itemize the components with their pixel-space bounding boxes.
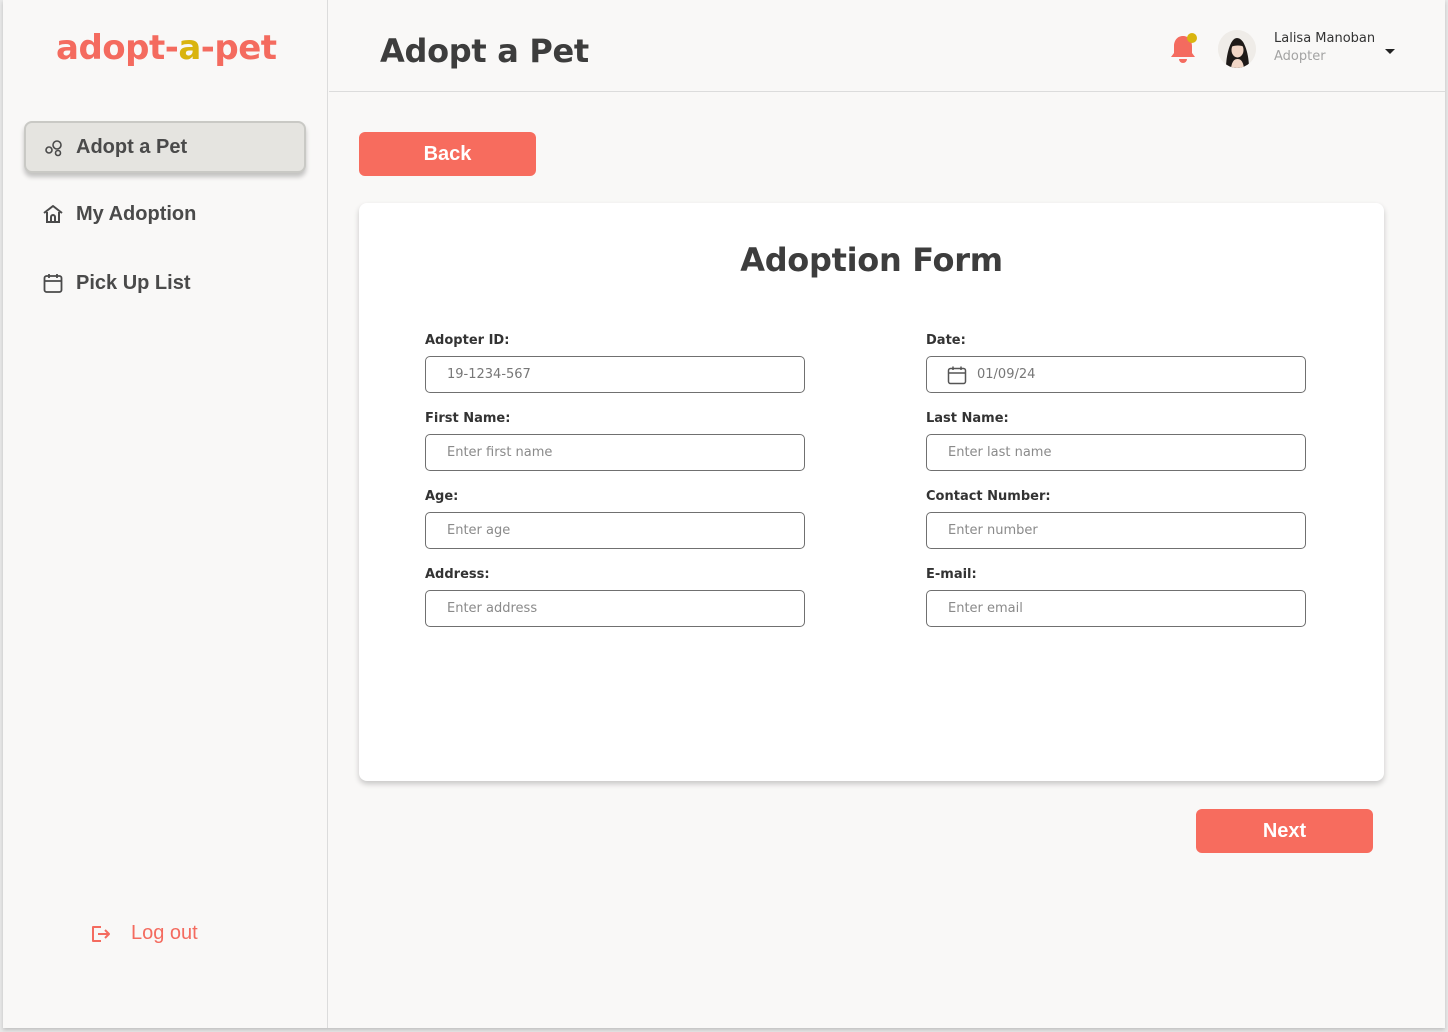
logo-text-pet: -pet [200, 28, 277, 68]
contact-number-field[interactable] [926, 512, 1306, 549]
email-field[interactable] [926, 590, 1306, 627]
address-field[interactable] [425, 590, 805, 627]
notification-bell-icon[interactable] [1168, 31, 1200, 72]
logo-text-pt: pt- [125, 28, 179, 68]
first-name-label: First Name: [425, 411, 511, 426]
calendar-icon [43, 274, 63, 293]
sidebar-item-pick-up-list[interactable]: Pick Up List [24, 257, 306, 309]
calendar-icon [947, 366, 967, 384]
logo-text-paw-o: o [102, 28, 126, 68]
logout-button[interactable]: Log out [89, 922, 198, 945]
contact-number-label: Contact Number: [926, 489, 1051, 504]
page-title: Adopt a Pet [380, 32, 589, 70]
brand-logo[interactable]: adopt-a-pet [56, 28, 277, 68]
top-header: Adopt a Pet Lalisa Manoban Adopter [329, 0, 1445, 92]
next-button[interactable]: Next [1196, 809, 1373, 853]
logout-label: Log out [131, 922, 198, 944]
adopter-id-field[interactable] [425, 356, 805, 393]
house-icon [43, 205, 63, 223]
first-name-field[interactable] [425, 434, 805, 471]
adopter-id-label: Adopter ID: [425, 333, 510, 348]
logo-text-ad: ad [56, 28, 103, 68]
avatar[interactable] [1218, 30, 1256, 68]
chevron-down-icon[interactable] [1384, 43, 1396, 61]
age-field[interactable] [425, 512, 805, 549]
sidebar-item-my-adoption[interactable]: My Adoption [24, 188, 306, 240]
date-field[interactable]: 01/09/24 [926, 356, 1306, 393]
user-role: Adopter [1274, 49, 1326, 64]
logo-text-a: a [178, 28, 201, 68]
date-value: 01/09/24 [977, 367, 1036, 382]
sidebar: adopt-a-pet Adopt a Pet My Adoption Pick… [3, 0, 328, 1028]
email-label: E-mail: [926, 567, 977, 582]
sidebar-item-label: Adopt a Pet [76, 135, 188, 158]
app-window: adopt-a-pet Adopt a Pet My Adoption Pick… [3, 0, 1445, 1028]
logout-icon [92, 925, 110, 942]
adoption-form-card: Adoption Form Adopter ID: First Name: Ag… [359, 203, 1384, 781]
last-name-field[interactable] [926, 434, 1306, 471]
sidebar-item-adopt-a-pet[interactable]: Adopt a Pet [24, 121, 306, 173]
address-label: Address: [425, 567, 490, 582]
back-button[interactable]: Back [359, 132, 536, 176]
user-name: Lalisa Manoban [1274, 31, 1376, 46]
sidebar-item-label: My Adoption [76, 202, 197, 225]
last-name-label: Last Name: [926, 411, 1009, 426]
sidebar-item-label: Pick Up List [76, 271, 191, 294]
form-title: Adoption Form [740, 241, 1003, 279]
date-label: Date: [926, 333, 966, 348]
age-label: Age: [425, 489, 459, 504]
adopt-pet-icon [45, 140, 62, 157]
